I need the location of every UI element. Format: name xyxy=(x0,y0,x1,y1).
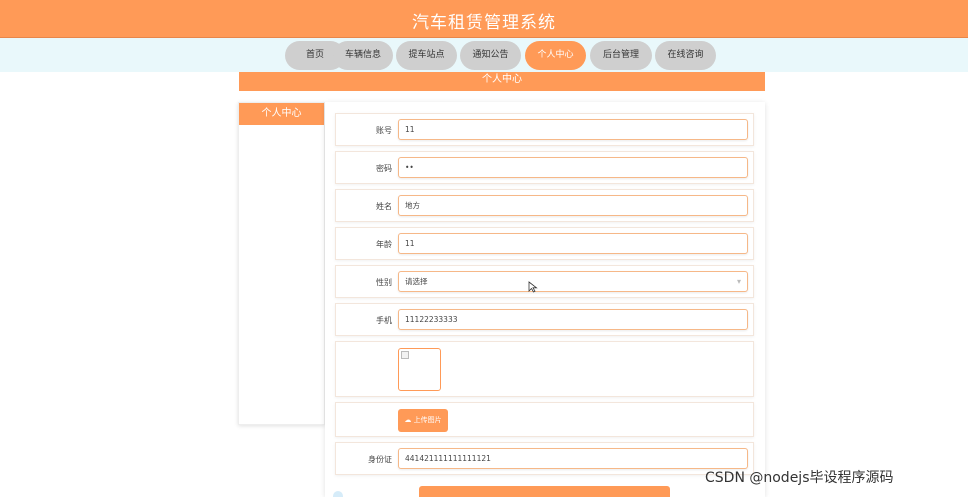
nav-item-pickup-sites[interactable]: 提车站点 xyxy=(396,41,457,70)
gender-select-value: 请选择 xyxy=(405,277,428,286)
upload-image-button[interactable]: ☁ 上传图片 xyxy=(398,409,448,432)
nav-item-notices[interactable]: 通知公告 xyxy=(460,41,521,70)
phone-input[interactable]: 11122233333 xyxy=(398,309,748,330)
title-bar: 汽车租赁管理系统 xyxy=(0,0,968,38)
avatar-image[interactable] xyxy=(398,348,441,391)
watermark: CSDN @nodejs毕设程序源码 xyxy=(705,470,894,486)
gender-select[interactable]: 请选择 ▾ xyxy=(398,271,748,292)
form-row-account: 账号 11 xyxy=(335,113,754,146)
form-row-name: 姓名 地方 xyxy=(335,189,754,222)
name-label: 姓名 xyxy=(376,202,392,211)
nav-item-vehicles[interactable]: 车辆信息 xyxy=(333,41,393,70)
scroll-top-icon[interactable] xyxy=(333,491,343,497)
nav-item-admin[interactable]: 后台管理 xyxy=(590,41,652,70)
form-row-id-card: 身份证 441421111111111121 xyxy=(335,442,754,475)
id-card-input[interactable]: 441421111111111121 xyxy=(398,448,748,469)
account-input[interactable]: 11 xyxy=(398,119,748,140)
password-input[interactable]: •• xyxy=(398,157,748,178)
form-row-phone: 手机 11122233333 xyxy=(335,303,754,336)
name-input[interactable]: 地方 xyxy=(398,195,748,216)
chevron-down-icon: ▾ xyxy=(736,277,741,286)
age-label: 年龄 xyxy=(376,240,392,249)
age-input[interactable]: 11 xyxy=(398,233,748,254)
mouse-cursor-icon xyxy=(528,281,538,293)
app-title: 汽车租赁管理系统 xyxy=(412,13,556,33)
account-label: 账号 xyxy=(376,126,392,135)
main-nav: 首页 车辆信息 提车站点 通知公告 个人中心 后台管理 在线咨询 xyxy=(0,38,968,72)
gender-label: 性别 xyxy=(376,278,392,287)
section-title: 个人中心 xyxy=(239,72,765,91)
id-card-label: 身份证 xyxy=(368,455,392,464)
cloud-upload-icon: ☁ xyxy=(404,416,412,424)
form-row-age: 年龄 11 xyxy=(335,227,754,260)
broken-image-icon xyxy=(401,351,409,359)
phone-label: 手机 xyxy=(376,316,392,325)
sidebar: 个人中心 xyxy=(238,102,325,425)
sidebar-item-personal-center[interactable]: 个人中心 xyxy=(239,103,324,125)
upload-button-label: 上传图片 xyxy=(413,416,442,424)
form-row-upload: ☁ 上传图片 xyxy=(335,402,754,437)
form-row-avatar xyxy=(335,341,754,397)
form-row-password: 密码 •• xyxy=(335,151,754,184)
password-label: 密码 xyxy=(376,164,392,173)
form-row-gender: 性别 请选择 ▾ xyxy=(335,265,754,298)
nav-item-online-consult[interactable]: 在线咨询 xyxy=(655,41,716,70)
submit-button[interactable] xyxy=(419,486,670,497)
nav-item-personal-center[interactable]: 个人中心 xyxy=(525,41,586,70)
